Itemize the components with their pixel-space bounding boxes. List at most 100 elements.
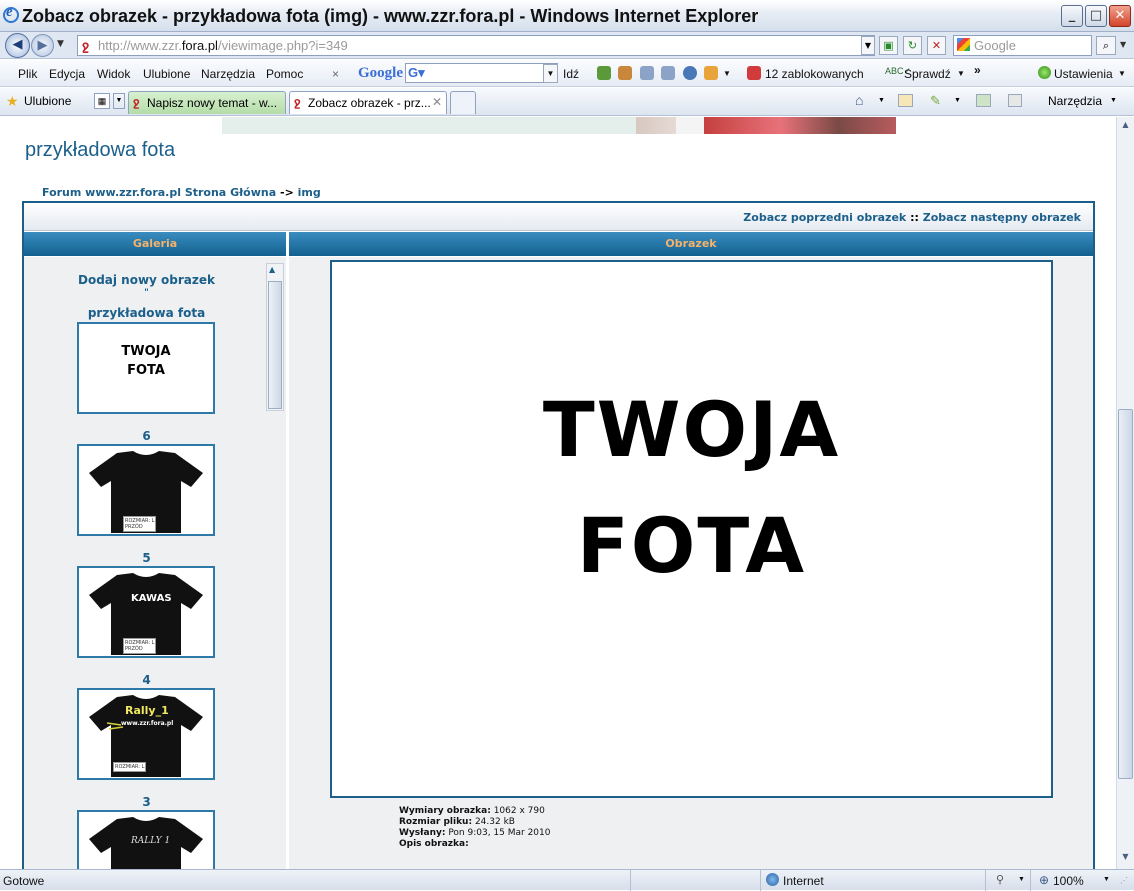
gallery-item-caption[interactable]: przykładowa fota bbox=[24, 306, 269, 320]
sent-value: Pon 9:03, 15 Mar 2010 bbox=[448, 828, 551, 838]
site-favicon-icon: ջ bbox=[82, 38, 90, 53]
close-toolbar-icon[interactable]: × bbox=[332, 67, 339, 81]
menu-favorites[interactable]: Ulubione bbox=[143, 67, 190, 81]
gallery-thumbnail[interactable]: RALLY 1 bbox=[77, 810, 215, 869]
file-size-label: Rozmiar pliku: bbox=[399, 817, 473, 827]
thumbnail-placeholder-text: TWOJA FOTA bbox=[121, 344, 171, 378]
menu-toolbar: Plik Edycja Widok Ulubione Narzędzia Pom… bbox=[0, 60, 1134, 87]
image-header: Obrazek bbox=[289, 232, 1093, 256]
add-new-image-link[interactable]: Dodaj nowy obrazek bbox=[24, 273, 269, 287]
toolbar-highlight-icon[interactable] bbox=[704, 66, 718, 80]
file-size-value: 24.32 kB bbox=[474, 817, 515, 827]
spellcheck-dropdown-icon[interactable]: ▼ bbox=[957, 69, 965, 78]
menu-view[interactable]: Widok bbox=[97, 67, 130, 81]
search-options-icon[interactable]: ▼ bbox=[1120, 40, 1126, 49]
url-input[interactable]: ջ http://www.zzr.fora.pl/viewimage.php?i… bbox=[77, 35, 875, 56]
scroll-up-icon[interactable]: ▲ bbox=[269, 265, 275, 274]
back-button[interactable]: ◀ bbox=[5, 33, 30, 58]
toolbar-globe-icon[interactable] bbox=[683, 66, 697, 80]
gallery-thumbnail[interactable]: ROZMIAR: L PRZÓD bbox=[77, 444, 215, 536]
home-icon[interactable]: ⌂ bbox=[855, 92, 863, 108]
edit-dropdown-icon[interactable]: ▼ bbox=[954, 97, 961, 104]
zoom-dropdown-icon[interactable]: ▼ bbox=[1103, 876, 1110, 883]
tab-new-topic[interactable]: ջ Napisz nowy temat - w... bbox=[128, 91, 286, 114]
spellcheck-button[interactable]: Sprawdź bbox=[904, 67, 951, 81]
gallery-thumbnail[interactable]: Rally_1 www.zzr.fora.pl ROZMIAR: L bbox=[77, 688, 215, 780]
print-icon[interactable] bbox=[1008, 94, 1022, 107]
favorites-button[interactable]: Ulubione bbox=[24, 94, 71, 108]
settings-dropdown-icon[interactable]: ▼ bbox=[1118, 69, 1126, 78]
previous-image-link[interactable]: Zobacz poprzedni obrazek bbox=[743, 211, 906, 224]
minimize-button[interactable]: _ bbox=[1061, 5, 1083, 27]
gallery-item-caption[interactable]: 6 bbox=[24, 429, 269, 443]
image-nav: Zobacz poprzedni obrazek :: Zobacz nastę… bbox=[24, 203, 1093, 231]
zoom-level[interactable]: 100% bbox=[1053, 874, 1084, 888]
menu-edit[interactable]: Edycja bbox=[49, 67, 85, 81]
feeds-icon[interactable] bbox=[898, 94, 913, 107]
page-scroll-up-icon[interactable]: ▲ bbox=[1119, 120, 1132, 133]
tab-view-image[interactable]: ջ Zobacz obrazek - prz... ✕ bbox=[289, 91, 447, 114]
toolbar-more-icon[interactable]: ▼ bbox=[723, 69, 731, 78]
google-g-icon: G▾ bbox=[408, 65, 425, 80]
history-dropdown-icon[interactable]: ▼ bbox=[57, 39, 64, 49]
resize-grip-icon[interactable]: ⋰ bbox=[1120, 876, 1128, 885]
status-cell bbox=[630, 870, 760, 891]
popup-blocker-icon bbox=[747, 66, 761, 80]
forward-button[interactable]: ▶ bbox=[31, 34, 54, 57]
search-button[interactable]: ⌕ bbox=[1096, 36, 1116, 55]
page-scroll-down-icon[interactable]: ▼ bbox=[1119, 852, 1132, 865]
google-toolbar-input[interactable]: G▾ bbox=[405, 63, 558, 83]
page-scrollbar[interactable]: ▲ ▼ bbox=[1116, 117, 1134, 869]
toolbar-search-icon[interactable] bbox=[640, 66, 654, 80]
refresh-icon[interactable]: ↻ bbox=[903, 36, 922, 55]
toolbar-search-site-icon[interactable] bbox=[661, 66, 675, 80]
toolbar-overflow-icon[interactable]: » bbox=[974, 63, 981, 77]
menu-help[interactable]: Pomoc bbox=[266, 67, 303, 81]
compatibility-icon[interactable]: ▣ bbox=[879, 36, 898, 55]
menu-file[interactable]: Plik bbox=[18, 67, 37, 81]
favorites-star-icon[interactable]: ★ bbox=[6, 93, 19, 110]
status-bar: Gotowe Internet ⚲ ▼ ⊕ 100% ▼ ⋰ bbox=[0, 869, 1134, 891]
gallery-scroll-thumb[interactable] bbox=[268, 281, 282, 409]
next-image-link[interactable]: Zobacz następny obrazek bbox=[923, 211, 1081, 224]
protected-mode-dropdown-icon[interactable]: ▼ bbox=[1018, 876, 1025, 883]
search-input[interactable]: Google bbox=[953, 35, 1092, 56]
gallery-item-caption[interactable]: 3 bbox=[24, 795, 269, 809]
page-title[interactable]: przykładowa fota bbox=[25, 139, 175, 162]
tab-list-icon[interactable]: ▼ bbox=[113, 93, 125, 109]
gallery-thumbnail[interactable]: TWOJA FOTA bbox=[77, 322, 215, 414]
toolbar-bookmark-icon[interactable] bbox=[618, 66, 632, 80]
protected-mode-icon[interactable]: ⚲ bbox=[996, 873, 1004, 886]
popup-blocked-count[interactable]: 12 zablokowanych bbox=[765, 67, 864, 81]
tools-button[interactable]: Narzędzia bbox=[1048, 94, 1102, 108]
main-image[interactable]: TWOJA FOTA bbox=[330, 260, 1053, 798]
breadcrumb-current-link[interactable]: img bbox=[298, 186, 321, 199]
gallery-item-caption[interactable]: 5 bbox=[24, 551, 269, 565]
quick-tabs-icon[interactable]: ▦ bbox=[94, 93, 110, 109]
edit-icon[interactable]: ✎ bbox=[930, 93, 941, 109]
breadcrumb-home-link[interactable]: Forum www.zzr.fora.pl Strona Główna bbox=[42, 186, 276, 199]
stop-icon[interactable]: ✕ bbox=[927, 36, 946, 55]
dimensions-label: Wymiary obrazka: bbox=[399, 806, 491, 816]
menu-tools[interactable]: Narzędzia bbox=[201, 67, 255, 81]
settings-button[interactable]: Ustawienia bbox=[1054, 67, 1113, 81]
page-icon[interactable] bbox=[976, 94, 991, 107]
zoom-icon[interactable]: ⊕ bbox=[1039, 873, 1049, 887]
toolbar-image-icon[interactable] bbox=[597, 66, 611, 80]
maximize-button[interactable]: □ bbox=[1085, 5, 1107, 27]
page-viewport: przykładowa fota Forum www.zzr.fora.pl S… bbox=[0, 117, 1116, 869]
url-dropdown-icon[interactable]: ▼ bbox=[861, 36, 875, 55]
gallery-thumbnail[interactable]: KAWAS ROZMIAR: L PRZÓD bbox=[77, 566, 215, 658]
page-scroll-thumb[interactable] bbox=[1118, 409, 1133, 779]
favorites-tab-bar: ★ Ulubione ▦ ▼ ջ Napisz nowy temat - w..… bbox=[0, 88, 1134, 116]
tools-dropdown-icon[interactable]: ▼ bbox=[1110, 97, 1117, 104]
home-dropdown-icon[interactable]: ▼ bbox=[878, 97, 885, 104]
google-dropdown-icon[interactable]: ▼ bbox=[543, 64, 558, 83]
google-go-button[interactable]: Idź bbox=[563, 67, 579, 81]
dimensions-value: 1062 x 790 bbox=[493, 806, 545, 816]
gallery-item-caption[interactable]: 4 bbox=[24, 673, 269, 687]
new-tab-button[interactable] bbox=[450, 91, 476, 114]
close-button[interactable]: ✕ bbox=[1109, 5, 1131, 27]
protected-mode-cell: ⚲ ▼ bbox=[985, 870, 1030, 891]
tab-close-icon[interactable]: ✕ bbox=[432, 95, 442, 109]
